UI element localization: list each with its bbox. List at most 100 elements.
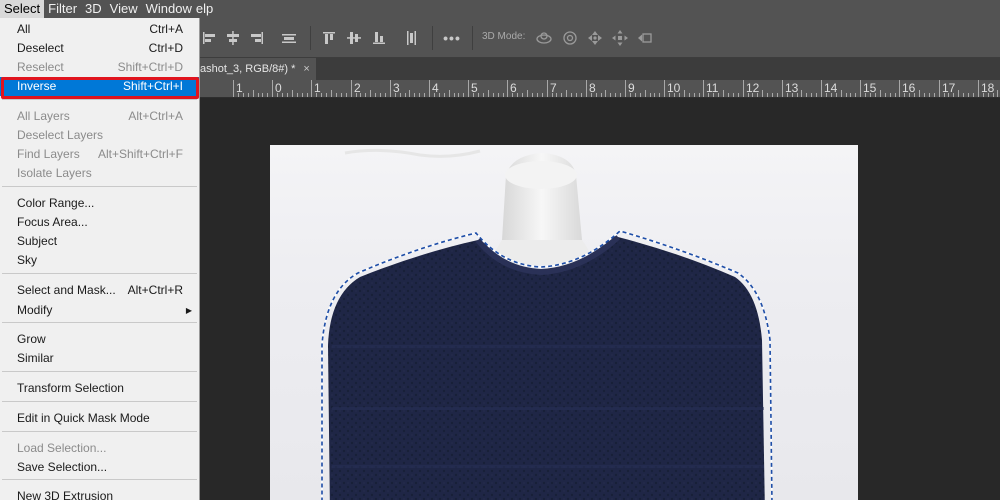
menu-item-find-layers: Find Layers Alt+Shift+Ctrl+F (0, 145, 199, 164)
align-bottom-icon[interactable] (370, 29, 388, 47)
ruler-minor-tick (811, 93, 812, 97)
ruler-minor-tick (875, 93, 876, 97)
ruler-minor-tick (537, 93, 538, 97)
menu-item-inverse[interactable]: Inverse Shift+Ctrl+I (0, 77, 199, 96)
align-middle-icon[interactable] (345, 29, 363, 47)
menu-item-shortcut: Alt+Ctrl+A (128, 109, 183, 123)
ruler-minor-tick (630, 93, 631, 97)
menu-separator (2, 371, 197, 372)
menu-item-color-range[interactable]: Color Range... (0, 194, 199, 213)
ruler-minor-tick (321, 93, 322, 97)
menu-separator (2, 99, 197, 100)
ruler-minor-tick (973, 93, 974, 97)
ruler-minor-tick (439, 93, 440, 97)
ruler-minor-tick (806, 93, 807, 97)
ruler-number: 1 (314, 81, 321, 95)
ruler-major-tick (860, 80, 861, 97)
menu-3d[interactable]: 3D (81, 0, 106, 18)
3d-pan-icon[interactable] (586, 29, 604, 47)
distribute-icon[interactable] (280, 29, 298, 47)
3d-scale-icon[interactable] (636, 29, 654, 47)
menu-item-grow[interactable]: Grow (0, 330, 199, 349)
ruler-minor-tick (341, 93, 342, 97)
menu-item-focus-area[interactable]: Focus Area... (0, 213, 199, 232)
menu-item-sky[interactable]: Sky (0, 251, 199, 270)
3d-orbit-icon[interactable] (535, 29, 553, 47)
menu-item-all[interactable]: All Ctrl+A (0, 20, 199, 39)
menu-window[interactable]: Window (142, 0, 196, 18)
ruler-minor-tick (620, 93, 621, 97)
ruler-minor-tick (924, 93, 925, 97)
ruler-minor-tick (610, 93, 611, 97)
menu-item-deselect-layers: Deselect Layers (0, 126, 199, 145)
ruler-minor-tick (375, 93, 376, 97)
ruler-minor-tick (983, 93, 984, 97)
menu-item-subject[interactable]: Subject (0, 232, 199, 251)
close-icon[interactable]: × (303, 63, 309, 75)
menu-separator (2, 322, 197, 323)
ruler-minor-tick (571, 93, 572, 97)
ruler-minor-tick (424, 93, 425, 97)
ruler-minor-tick (248, 93, 249, 97)
ruler-minor-tick (909, 93, 910, 97)
ruler-minor-tick (601, 93, 602, 97)
3d-slide-icon[interactable] (611, 29, 629, 47)
ruler-minor-tick (307, 93, 308, 97)
menu-item-label: Isolate Layers (17, 166, 92, 180)
ruler-minor-tick (360, 93, 361, 97)
ruler-minor-tick (262, 93, 263, 97)
align-right-icon[interactable] (248, 29, 266, 47)
canvas-area[interactable] (200, 98, 1000, 500)
ruler-minor-tick (522, 93, 523, 97)
align-center-icon[interactable] (224, 29, 242, 47)
ruler-minor-tick (277, 93, 278, 97)
menu-item-label: Color Range... (17, 196, 95, 210)
ruler-minor-tick (953, 93, 954, 97)
ruler-minor-tick (752, 93, 753, 97)
menu-view[interactable]: View (106, 0, 142, 18)
ruler-minor-tick (336, 93, 337, 97)
ruler-minor-tick (738, 93, 739, 97)
align-top-icon[interactable] (320, 29, 338, 47)
ruler-minor-tick (895, 93, 896, 97)
ruler-minor-tick (669, 93, 670, 97)
distribute-horizontal-icon[interactable] (402, 29, 420, 47)
document-tab[interactable]: ashot_3, RGB/8#) * × (200, 58, 316, 80)
menu-item-label: Find Layers (17, 147, 80, 161)
menu-separator (2, 186, 197, 187)
ruler-minor-tick (591, 93, 592, 97)
menu-item-deselect[interactable]: Deselect Ctrl+D (0, 39, 199, 58)
ruler-number: 9 (628, 81, 635, 95)
more-icon[interactable]: ••• (443, 29, 461, 47)
menu-item-similar[interactable]: Similar (0, 349, 199, 368)
menu-item-all-layers: All Layers Alt+Ctrl+A (0, 107, 199, 126)
ruler-minor-tick (890, 93, 891, 97)
ruler-minor-tick (267, 93, 268, 97)
menu-help[interactable]: elp (196, 0, 217, 18)
ruler-minor-tick (772, 93, 773, 97)
ruler-minor-tick (458, 93, 459, 97)
menu-select[interactable]: Select (0, 0, 45, 18)
ruler-minor-tick (708, 93, 709, 97)
menu-filter[interactable]: Filter (44, 0, 81, 18)
menu-item-transform-selection[interactable]: Transform Selection (0, 379, 199, 398)
ruler-minor-tick (454, 93, 455, 97)
ruler-minor-tick (659, 93, 660, 97)
menu-item-select-and-mask[interactable]: Select and Mask... Alt+Ctrl+R (0, 281, 199, 300)
horizontal-ruler[interactable]: 1 0 1 2 3 4 5 6 7 8 9 10 11 12 13 14 15 16 17 18 (200, 80, 1000, 98)
align-left-icon[interactable] (200, 29, 218, 47)
ruler-major-tick (703, 80, 704, 97)
ruler-major-tick (821, 80, 822, 97)
ruler-minor-tick (380, 93, 381, 97)
ruler-minor-tick (297, 93, 298, 97)
ruler-major-tick (664, 80, 665, 97)
3d-roll-icon[interactable] (561, 29, 579, 47)
ruler-minor-tick (605, 90, 606, 97)
menu-item-edit-in-quick-mask-mode[interactable]: Edit in Quick Mask Mode (0, 409, 199, 428)
menu-item-modify[interactable]: Modify ▶ (0, 301, 199, 320)
menu-item-label: Deselect Layers (17, 128, 104, 142)
ruler-minor-tick (552, 93, 553, 97)
menu-item-new-3d-extrusion[interactable]: New 3D Extrusion (0, 487, 199, 500)
submenu-arrow-icon: ▶ (185, 306, 192, 315)
menu-item-save-selection[interactable]: Save Selection... (0, 458, 199, 477)
